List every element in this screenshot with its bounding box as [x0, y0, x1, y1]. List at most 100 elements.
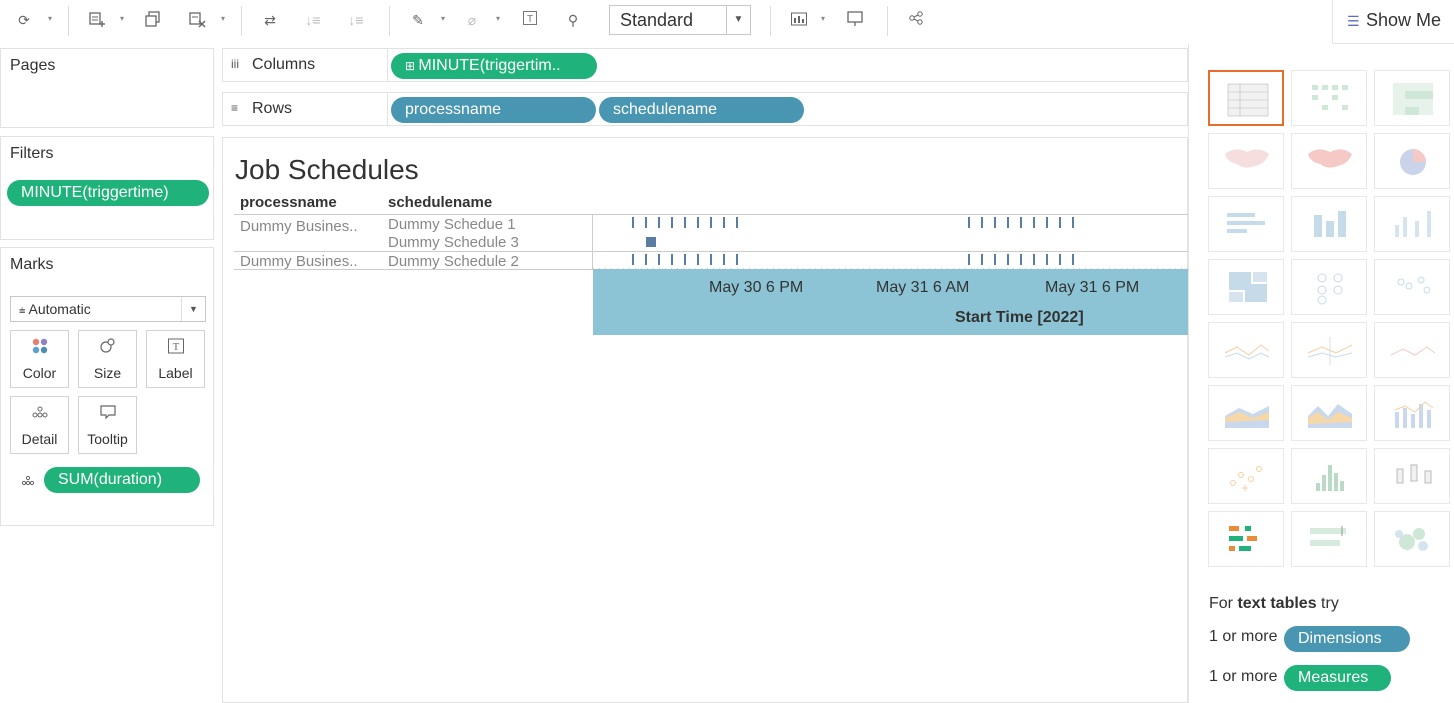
marks-title: Marks: [10, 256, 54, 273]
show-me-tile-text-table[interactable]: [1208, 70, 1284, 126]
dual-combination-icon: [1394, 401, 1434, 428]
presentation-icon[interactable]: [845, 10, 865, 30]
show-me-tile-dual-combination[interactable]: [1374, 385, 1450, 441]
highlight-table-icon: [1393, 83, 1433, 115]
mark-type-value: ⩧ Automatic: [19, 301, 91, 318]
show-me-tile-lines-continuous[interactable]: [1291, 322, 1367, 378]
filters-panel[interactable]: Filters MINUTE(triggertime): [0, 136, 214, 240]
chevron-down-icon[interactable]: ▾: [496, 14, 500, 23]
show-me-tile-box-and-whisker[interactable]: [1374, 448, 1450, 504]
side-by-side-circles-icon: [1397, 276, 1431, 294]
chevron-down-icon[interactable]: ▾: [821, 14, 825, 23]
show-me-tile-gantt-chart[interactable]: [1208, 511, 1284, 567]
group-icon[interactable]: ⌀: [462, 10, 482, 30]
dimensions-prefix: 1 or more: [1209, 628, 1278, 645]
columns-pill[interactable]: ⊞ MINUTE(triggertim..: [391, 53, 597, 79]
schedule-cell[interactable]: Dummy Schedue 1: [388, 216, 516, 233]
show-me-icon: ☰: [1347, 13, 1360, 29]
gantt-marks[interactable]: [593, 214, 1189, 270]
area-discrete-icon: [1225, 406, 1269, 428]
process-cell[interactable]: Dummy Busines..: [240, 218, 358, 235]
show-me-tile-circle-views[interactable]: [1291, 259, 1367, 315]
show-me-tile-pie-chart[interactable]: [1374, 133, 1450, 189]
size-button[interactable]: Size: [78, 330, 137, 388]
axis-title: Start Time [2022]: [955, 309, 1084, 326]
detail-button[interactable]: Detail: [10, 396, 69, 454]
measures-prefix: 1 or more: [1209, 668, 1278, 685]
chevron-down-icon[interactable]: ▾: [120, 14, 124, 23]
fit-select[interactable]: Standard ▼: [609, 5, 751, 35]
show-me-tile-side-by-side-circles[interactable]: [1374, 259, 1450, 315]
color-button[interactable]: Color: [10, 330, 69, 388]
processname-pill[interactable]: processname: [391, 97, 596, 123]
tooltip-button[interactable]: Tooltip: [78, 396, 137, 454]
filters-title: Filters: [10, 145, 54, 162]
show-me-tile-area-continuous[interactable]: [1291, 385, 1367, 441]
expand-icon: ⊞: [405, 59, 419, 73]
label-button[interactable]: T Label: [146, 330, 205, 388]
rows-shelf-label: ≡ Rows: [223, 93, 388, 125]
show-me-tile-histogram[interactable]: [1291, 448, 1367, 504]
schedulename-pill[interactable]: schedulename: [599, 97, 804, 123]
chevron-down-icon[interactable]: ▾: [441, 14, 445, 23]
show-me-tile-lines-discrete[interactable]: [1208, 322, 1284, 378]
detail-label: Detail: [21, 431, 58, 447]
pie-chart-icon: [1400, 149, 1426, 175]
show-me-tile-scatter-plot[interactable]: [1208, 448, 1284, 504]
tooltip-icon: [79, 403, 136, 426]
show-me-tile-horizontal-bars[interactable]: [1208, 196, 1284, 252]
show-me-tile-highlight-table[interactable]: [1374, 70, 1450, 126]
show-me-tile-area-discrete[interactable]: [1208, 385, 1284, 441]
show-me-tile-side-by-side-bars[interactable]: [1374, 196, 1450, 252]
show-me-tile-treemap[interactable]: [1208, 259, 1284, 315]
label-label: Label: [158, 365, 193, 381]
packed-bubbles-icon: [1395, 528, 1428, 551]
chevron-down-icon[interactable]: ▾: [221, 14, 225, 23]
pages-panel[interactable]: Pages: [0, 48, 214, 128]
toolbar-divider: [241, 6, 242, 36]
highlight-icon[interactable]: ✎: [408, 10, 428, 30]
measures-requirement: 1 or more Measures: [1209, 665, 1391, 691]
show-me-tile-dual-lines[interactable]: [1374, 322, 1450, 378]
histogram-icon: [1316, 465, 1344, 491]
processname-header[interactable]: processname: [240, 194, 337, 211]
swap-icon[interactable]: ⇄: [260, 10, 280, 30]
show-me-tile-heat-map[interactable]: [1291, 70, 1367, 126]
area-continuous-icon: [1308, 404, 1352, 428]
share-icon[interactable]: [906, 10, 926, 30]
rows-shelf[interactable]: ≡ Rows processname schedulename: [222, 92, 1188, 126]
show-labels-icon[interactable]: T: [520, 10, 540, 30]
sum-duration-pill[interactable]: SUM(duration): [44, 467, 200, 493]
process-cell[interactable]: Dummy Busines..: [240, 253, 358, 270]
show-me-tile-packed-bubbles[interactable]: [1374, 511, 1450, 567]
filter-pill[interactable]: MINUTE(triggertime): [7, 180, 209, 206]
size-label: Size: [93, 365, 122, 381]
schedule-cell[interactable]: Dummy Schedule 3: [388, 234, 519, 251]
axis-tick-label: May 31 6 PM: [1045, 279, 1140, 296]
marks-panel[interactable]: Marks ⩧ Automatic ▼ Color Size T Label D…: [0, 247, 214, 526]
show-me-button[interactable]: ☰ Show Me: [1332, 0, 1454, 44]
worksheet-view[interactable]: Job Schedules processname schedulename D…: [222, 137, 1189, 703]
show-me-tile-symbol-map[interactable]: [1208, 133, 1284, 189]
dimensions-pill: Dimensions: [1284, 626, 1410, 652]
show-me-chart-icon[interactable]: [789, 10, 809, 30]
axis-tick-label: May 30 6 PM: [709, 279, 804, 296]
pin-icon[interactable]: ⚲: [563, 10, 583, 30]
chevron-down-icon[interactable]: ▾: [48, 14, 52, 23]
duplicate-icon[interactable]: [143, 10, 163, 30]
refresh-icon[interactable]: ⟳: [14, 10, 34, 30]
show-me-tile-filled-map[interactable]: [1291, 133, 1367, 189]
columns-shelf[interactable]: iii Columns ⊞ MINUTE(triggertim..: [222, 48, 1188, 82]
show-me-tile-bullet-graph[interactable]: [1291, 511, 1367, 567]
new-worksheet-icon[interactable]: [87, 10, 107, 30]
schedulename-header[interactable]: schedulename: [388, 194, 492, 211]
sort-descending-icon[interactable]: ↓≡: [346, 10, 366, 30]
schedule-cell[interactable]: Dummy Schedule 2: [388, 253, 519, 270]
mark-type-select[interactable]: ⩧ Automatic ▼: [10, 296, 206, 322]
dual-lines-icon: [1390, 346, 1436, 356]
sort-ascending-icon[interactable]: ↓≡: [303, 10, 323, 30]
clear-sheet-icon[interactable]: [187, 10, 207, 30]
time-axis[interactable]: May 30 6 PM May 31 6 AM May 31 6 PM Star…: [593, 269, 1189, 335]
show-me-tile-stacked-bars[interactable]: [1291, 196, 1367, 252]
toolbar-divider: [887, 6, 888, 36]
